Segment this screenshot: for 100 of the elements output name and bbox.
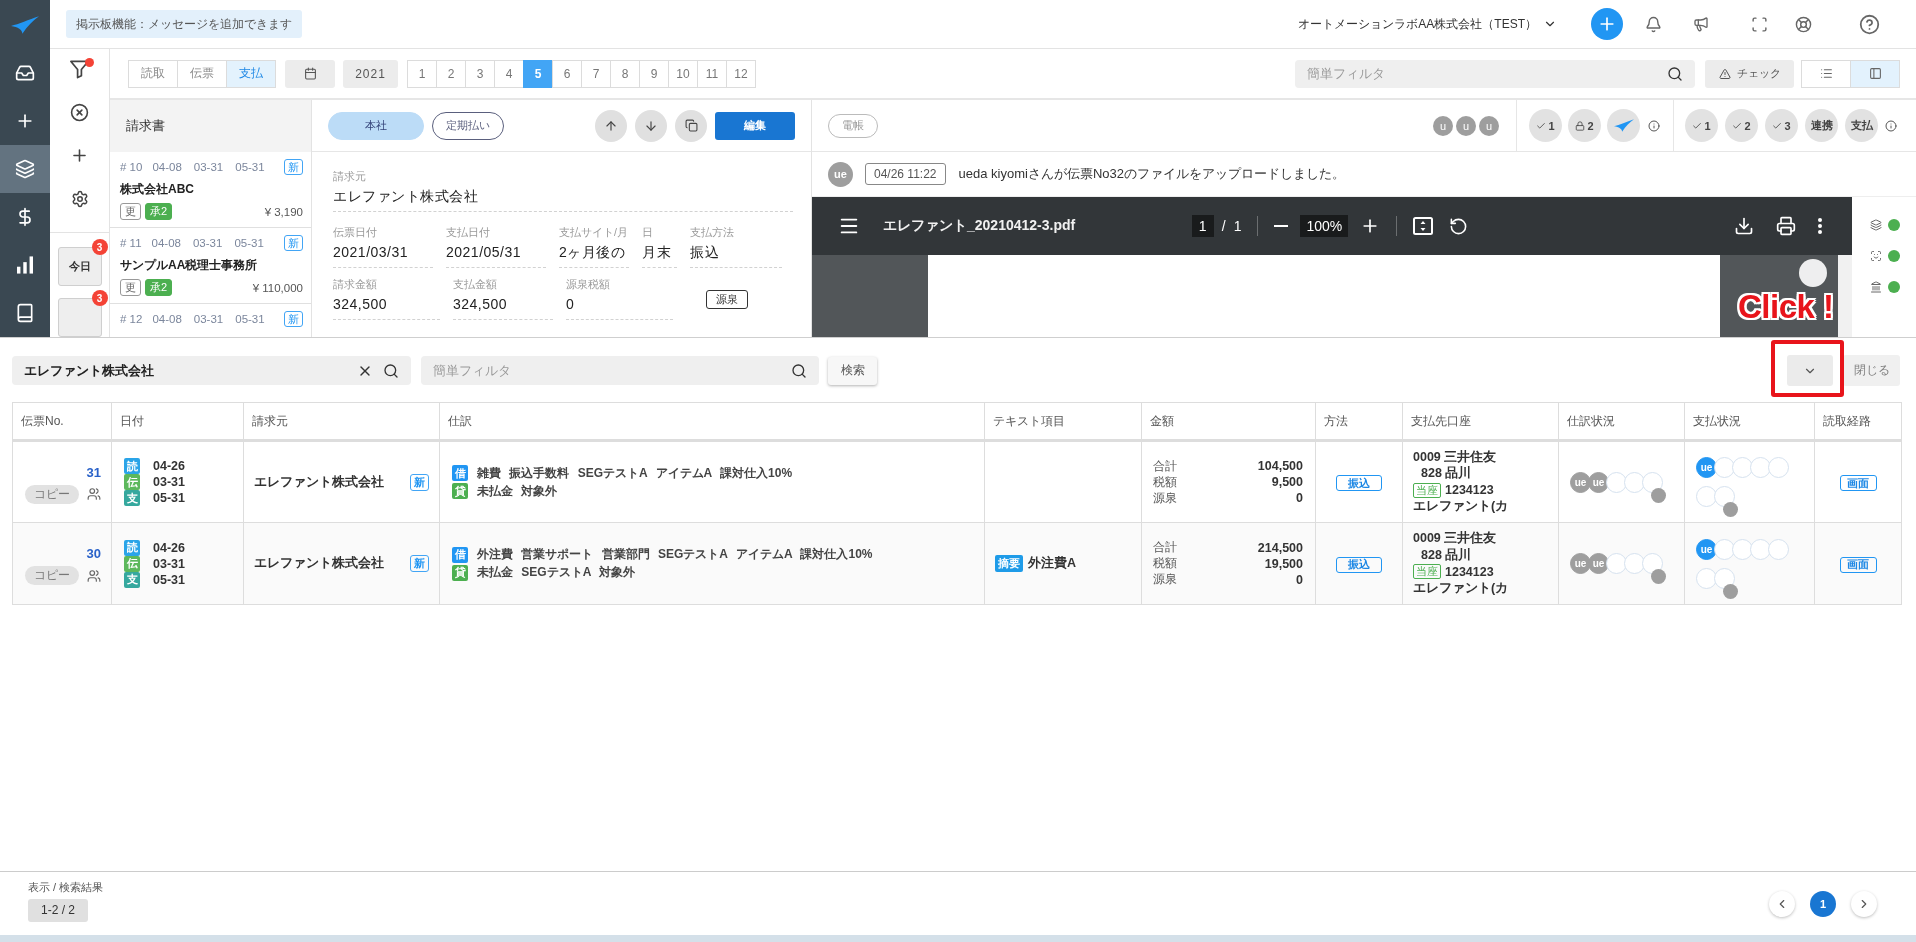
month-tab[interactable]: 3	[465, 59, 495, 88]
info-icon	[1885, 119, 1897, 132]
step-button[interactable]: 連携	[1805, 109, 1838, 142]
month-tab[interactable]: 7	[581, 59, 611, 88]
invoice-date: 04-08	[152, 313, 182, 325]
user-avatar: u	[1433, 115, 1453, 136]
approval-step-button[interactable]: 1	[1685, 109, 1718, 142]
entry-side-tag: 借	[452, 546, 468, 563]
category-pill[interactable]: 定期払い	[432, 111, 504, 140]
empty-circle-icon	[1624, 471, 1645, 493]
ledger-tag[interactable]: 電帳	[828, 113, 878, 138]
sidebar-item[interactable]	[0, 145, 50, 193]
notice-banner: 掲示板機能：メッセージを追加できます	[66, 10, 302, 38]
month-tab[interactable]: 12	[726, 59, 756, 88]
view-toggle-button[interactable]	[1801, 59, 1851, 88]
account-number: 1234123	[1445, 483, 1494, 498]
close-button[interactable]: 閉じる	[1843, 355, 1900, 386]
edit-button[interactable]: 編集	[715, 111, 795, 140]
route-badge: 画面	[1839, 475, 1877, 492]
add-button[interactable]	[1591, 8, 1623, 40]
month-tab[interactable]: 8	[610, 59, 640, 88]
field-label: 日	[642, 226, 654, 238]
check-icon	[1772, 120, 1783, 131]
month-tab[interactable]: 9	[639, 59, 669, 88]
zoom-level-field[interactable]: 100%	[1300, 215, 1349, 237]
more-button[interactable]	[1818, 218, 1822, 234]
mode-tab[interactable]: 伝票	[177, 59, 227, 88]
search-field[interactable]: エレファント株式会社	[12, 356, 411, 385]
approval-step-button[interactable]: 3	[1765, 109, 1798, 142]
bar-chart-icon	[17, 256, 33, 274]
more-vertical-icon	[1818, 218, 1822, 234]
month-tab[interactable]: 6	[552, 59, 582, 88]
field-label: 支払金額	[453, 278, 498, 290]
journal-entry: 外注費 営業サポート 営業部門 SEGテストA アイテムA 課対仕入10%	[477, 546, 873, 563]
previous-button[interactable]	[595, 109, 627, 142]
status-tag: 更	[120, 279, 141, 296]
invoice-number: # 12	[120, 313, 143, 325]
date-value: 03-31	[153, 475, 185, 489]
print-button[interactable]	[1776, 216, 1796, 236]
new-badge: 新	[410, 473, 429, 491]
year-button[interactable]: 2021	[343, 59, 398, 88]
logo-button[interactable]	[1607, 109, 1640, 142]
vendor-name: 株式会社ABC	[120, 181, 195, 198]
approval-step-button[interactable]: 1	[1529, 109, 1562, 142]
document-number-link[interactable]: 31	[86, 464, 101, 480]
user-avatar: u	[1456, 115, 1476, 136]
page-number-field[interactable]: 1	[1191, 215, 1214, 237]
next-button[interactable]	[635, 109, 667, 142]
fit-page-button[interactable]	[1413, 217, 1434, 235]
field-label: 支払日付	[446, 226, 491, 238]
invoice-list-item[interactable]: # 11 04-08 03-31 05-31 新 サンプルAA税理士事務所 更 承2 ¥ 110,000	[110, 228, 311, 304]
filter-field[interactable]: 簡単フィルタ	[421, 356, 819, 385]
amount-label: 合計	[1153, 457, 1177, 475]
filter-field[interactable]: 簡単フィルタ	[1295, 59, 1695, 88]
lock-count-button[interactable]: 2	[1568, 109, 1601, 142]
users-icon	[87, 487, 101, 501]
view-toggle-button[interactable]	[1850, 59, 1900, 88]
vendor-name: エレファント株式会社	[254, 473, 384, 491]
field-label: 請求金額	[333, 278, 378, 290]
date-value: 05-31	[153, 491, 185, 505]
empty-circle-icon	[1606, 471, 1627, 493]
journal-entry: 未払金 SEGテストA 対象外	[477, 564, 636, 581]
fit-page-icon	[1413, 217, 1434, 235]
invoice-list-item[interactable]: # 10 04-08 03-31 05-31 新 株式会社ABC 更 承2 ¥ 3,190	[110, 152, 311, 228]
approval-step-button[interactable]: 2	[1725, 109, 1758, 142]
step-button[interactable]: 支払	[1845, 109, 1878, 142]
month-tab[interactable]: 2	[436, 59, 466, 88]
field-label: 伝票日付	[333, 226, 378, 238]
page-button[interactable]: 1	[1810, 890, 1836, 917]
category-pill[interactable]: 本社	[328, 111, 424, 140]
document-number-link[interactable]: 30	[86, 546, 101, 561]
layers-icon	[15, 159, 35, 179]
download-button[interactable]	[1734, 216, 1754, 236]
search-button[interactable]: 検索	[828, 356, 877, 385]
account-number: 1234123	[1445, 564, 1494, 579]
withholding-button[interactable]: 源泉	[706, 289, 748, 309]
branch-name: 828 品川	[1421, 546, 1472, 564]
user-stamp: ue	[1570, 471, 1591, 493]
month-tab[interactable]: 1	[407, 59, 437, 88]
floating-page-button[interactable]	[1799, 259, 1827, 287]
calendar-button[interactable]	[285, 59, 335, 88]
duplicate-button[interactable]	[675, 109, 707, 142]
invoice-date: 03-31	[192, 237, 223, 249]
month-tab[interactable]: 11	[697, 59, 727, 88]
rotate-button[interactable]	[1449, 216, 1469, 236]
empty-circle-icon	[1642, 471, 1663, 493]
mode-tab[interactable]: 読取	[128, 59, 178, 88]
new-badge: 新	[284, 159, 303, 175]
collapse-toggle-button[interactable]	[1787, 355, 1833, 386]
field-value: 324,500	[453, 296, 509, 313]
empty-circle-icon	[1714, 567, 1735, 589]
entry-side-tag: 貸	[452, 564, 468, 581]
month-tab[interactable]: 10	[668, 59, 698, 88]
month-tab[interactable]: 4	[494, 59, 524, 88]
mode-tab[interactable]: 支払	[226, 59, 276, 88]
check-button[interactable]: チェック	[1705, 59, 1794, 88]
account-holder: エレファント(カ	[1413, 579, 1509, 597]
amount-value: 214,500	[1257, 540, 1303, 555]
company-selector[interactable]: オートメーションラボAA株式会社（TEST）	[1298, 15, 1557, 33]
field-value: 2021/05/31	[446, 244, 523, 261]
